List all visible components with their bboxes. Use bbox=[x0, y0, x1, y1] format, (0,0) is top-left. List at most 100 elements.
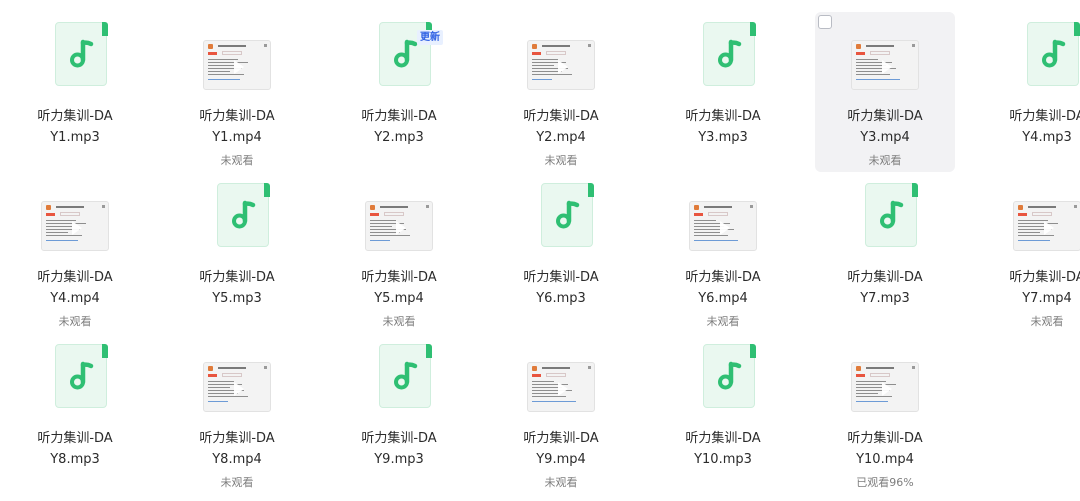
file-name: 听力集训-DA Y5.mp4 bbox=[329, 267, 469, 309]
file-tile[interactable]: 听力集训-DA Y5.mp4 未观看 bbox=[329, 173, 469, 333]
file-name-line2: Y10.mp3 bbox=[694, 452, 752, 467]
watch-status: 未观看 bbox=[220, 476, 254, 489]
file-tile[interactable]: 听力集训-DA Y7.mp3 bbox=[815, 173, 955, 333]
update-badge: 更新 bbox=[417, 30, 443, 45]
file-name-line1: 听力集训-DA bbox=[685, 270, 761, 285]
file-thumbnail bbox=[167, 173, 307, 255]
file-name-line1: 听力集训-DA bbox=[199, 431, 275, 446]
file-thumbnail bbox=[653, 173, 793, 255]
file-name-line1: 听力集训-DA bbox=[523, 431, 599, 446]
video-thumbnail bbox=[527, 40, 595, 90]
watch-status: 未观看 bbox=[706, 315, 740, 328]
file-tile[interactable]: 听力集训-DA Y3.mp4 未观看 bbox=[815, 12, 955, 172]
file-name: 听力集训-DA Y4.mp3 bbox=[977, 106, 1080, 148]
watch-status: 未观看 bbox=[58, 315, 92, 328]
file-name-line1: 听力集训-DA bbox=[361, 270, 437, 285]
file-name-line2: Y8.mp3 bbox=[50, 452, 100, 467]
file-tile[interactable]: 听力集训-DA Y8.mp3 bbox=[5, 334, 145, 494]
file-name: 听力集训-DA Y9.mp4 bbox=[491, 428, 631, 470]
watch-status: 未观看 bbox=[544, 476, 578, 489]
file-name-line2: Y5.mp3 bbox=[212, 291, 262, 306]
file-name: 听力集训-DA Y10.mp4 bbox=[815, 428, 955, 470]
file-tile[interactable]: 听力集训-DA Y6.mp4 未观看 bbox=[653, 173, 793, 333]
file-thumbnail bbox=[167, 334, 307, 416]
file-tile[interactable]: 听力集训-DA Y9.mp4 未观看 bbox=[491, 334, 631, 494]
file-tile[interactable]: 听力集训-DA Y9.mp3 bbox=[329, 334, 469, 494]
file-thumbnail bbox=[491, 12, 631, 94]
file-name-line2: Y3.mp3 bbox=[698, 130, 748, 145]
file-thumbnail bbox=[329, 334, 469, 416]
file-tile[interactable]: 听力集训-DA Y7.mp4 未观看 bbox=[977, 173, 1080, 333]
play-icon bbox=[558, 382, 568, 396]
file-name-line1: 听力集训-DA bbox=[1009, 109, 1080, 124]
watch-status: 未观看 bbox=[868, 154, 902, 167]
file-name: 听力集训-DA Y3.mp3 bbox=[653, 106, 793, 148]
file-grid: 听力集训-DA Y1.mp3 听力集训-DA Y1.mp4 未观看 更新 听力集训-DA Y2… bbox=[0, 0, 1080, 501]
file-name-line1: 听力集训-DA bbox=[847, 431, 923, 446]
play-icon bbox=[1044, 221, 1054, 235]
music-note-file-icon bbox=[865, 183, 918, 247]
file-name-line2: Y9.mp3 bbox=[374, 452, 424, 467]
file-name-line1: 听力集训-DA bbox=[37, 109, 113, 124]
file-name-line1: 听力集训-DA bbox=[199, 270, 275, 285]
file-name: 听力集训-DA Y7.mp3 bbox=[815, 267, 955, 309]
file-name: 听力集训-DA Y1.mp3 bbox=[5, 106, 145, 148]
file-thumbnail bbox=[977, 173, 1080, 255]
file-tile[interactable]: 听力集训-DA Y4.mp3 bbox=[977, 12, 1080, 172]
file-tile[interactable]: 听力集训-DA Y2.mp4 未观看 bbox=[491, 12, 631, 172]
file-thumbnail bbox=[977, 12, 1080, 94]
file-name-line1: 听力集训-DA bbox=[523, 270, 599, 285]
file-name: 听力集训-DA Y2.mp4 bbox=[491, 106, 631, 148]
file-name: 听力集训-DA Y8.mp3 bbox=[5, 428, 145, 470]
watch-status: 未观看 bbox=[544, 154, 578, 167]
file-name: 听力集训-DA Y1.mp4 bbox=[167, 106, 307, 148]
file-tile[interactable]: 更新 听力集训-DA Y2.mp3 bbox=[329, 12, 469, 172]
play-icon bbox=[882, 382, 892, 396]
music-note-file-icon bbox=[541, 183, 594, 247]
file-name-line2: Y1.mp4 bbox=[212, 130, 262, 145]
file-name-line1: 听力集训-DA bbox=[37, 431, 113, 446]
file-name: 听力集训-DA Y10.mp3 bbox=[653, 428, 793, 470]
file-thumbnail: 更新 bbox=[329, 12, 469, 94]
file-name-line1: 听力集训-DA bbox=[685, 431, 761, 446]
file-thumbnail bbox=[491, 334, 631, 416]
file-tile[interactable]: 听力集训-DA Y1.mp4 未观看 bbox=[167, 12, 307, 172]
file-tile[interactable]: 听力集训-DA Y3.mp3 bbox=[653, 12, 793, 172]
file-name-line2: Y9.mp4 bbox=[536, 452, 586, 467]
file-name-line1: 听力集训-DA bbox=[1009, 270, 1080, 285]
file-tile[interactable]: 听力集训-DA Y8.mp4 未观看 bbox=[167, 334, 307, 494]
file-name-line1: 听力集训-DA bbox=[361, 431, 437, 446]
file-name-line1: 听力集训-DA bbox=[523, 109, 599, 124]
file-name-line2: Y7.mp4 bbox=[1022, 291, 1072, 306]
file-tile[interactable]: 听力集训-DA Y5.mp3 bbox=[167, 173, 307, 333]
music-note-file-icon bbox=[55, 22, 108, 86]
file-tile[interactable]: 听力集训-DA Y4.mp4 未观看 bbox=[5, 173, 145, 333]
file-tile[interactable]: 听力集训-DA Y6.mp3 bbox=[491, 173, 631, 333]
file-name: 听力集训-DA Y8.mp4 bbox=[167, 428, 307, 470]
file-name-line1: 听力集训-DA bbox=[199, 109, 275, 124]
file-tile[interactable]: 听力集训-DA Y10.mp3 bbox=[653, 334, 793, 494]
play-icon bbox=[720, 221, 730, 235]
file-name-line2: Y6.mp3 bbox=[536, 291, 586, 306]
play-icon bbox=[882, 60, 892, 74]
file-tile[interactable]: 听力集训-DA Y10.mp4 已观看96% bbox=[815, 334, 955, 494]
file-thumbnail bbox=[5, 173, 145, 255]
file-thumbnail bbox=[5, 12, 145, 94]
play-icon bbox=[234, 382, 244, 396]
file-name-line1: 听力集训-DA bbox=[37, 270, 113, 285]
file-thumbnail bbox=[815, 173, 955, 255]
file-thumbnail bbox=[815, 334, 955, 416]
file-tile[interactable]: 听力集训-DA Y1.mp3 bbox=[5, 12, 145, 172]
file-name: 听力集训-DA Y7.mp4 bbox=[977, 267, 1080, 309]
play-icon bbox=[72, 221, 82, 235]
file-name-line1: 听力集训-DA bbox=[361, 109, 437, 124]
video-thumbnail bbox=[689, 201, 757, 251]
file-name: 听力集训-DA Y6.mp4 bbox=[653, 267, 793, 309]
file-thumbnail bbox=[5, 334, 145, 416]
file-name-line2: Y7.mp3 bbox=[860, 291, 910, 306]
watch-status: 已观看96% bbox=[856, 476, 914, 489]
video-thumbnail bbox=[527, 362, 595, 412]
file-name-line2: Y5.mp4 bbox=[374, 291, 424, 306]
file-thumbnail bbox=[167, 12, 307, 94]
music-note-file-icon bbox=[379, 344, 432, 408]
